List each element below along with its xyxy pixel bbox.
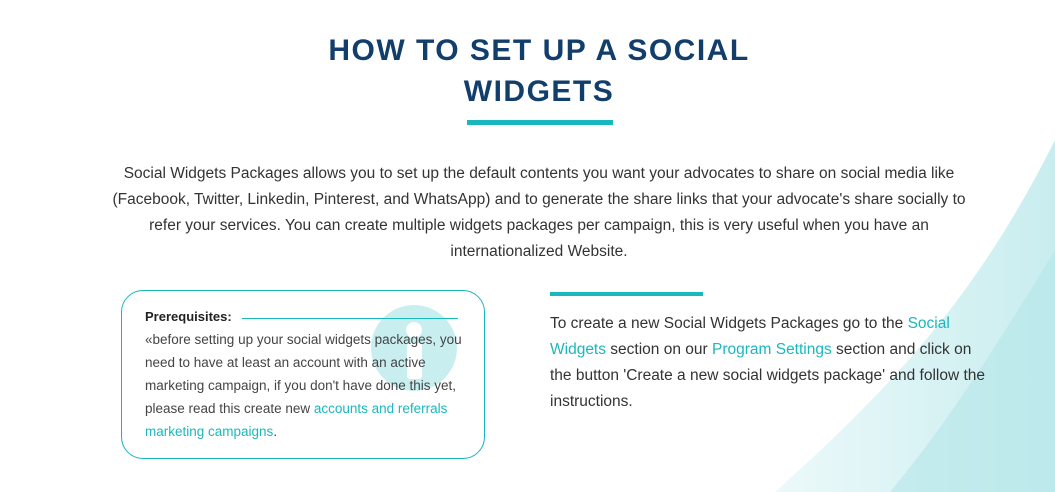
prerequisites-title: Prerequisites: — [145, 309, 240, 324]
instructions-part1: To create a new Social Widgets Packages … — [550, 315, 908, 332]
prerequisites-suffix: . — [273, 424, 278, 439]
page-title-line2: WIDGETS — [463, 75, 615, 108]
instructions-part2: section on our — [606, 341, 712, 358]
program-settings-link[interactable]: Program Settings — [712, 341, 832, 358]
title-underline — [467, 120, 613, 125]
prerequisites-text: «before setting up your social widgets p… — [145, 328, 475, 443]
prerequisites-divider — [242, 318, 458, 319]
instructions-accent-line — [550, 292, 703, 296]
instructions-paragraph: To create a new Social Widgets Packages … — [550, 311, 990, 415]
page-title: HOW TO SET UP A SOCIAL WIDGETS — [0, 30, 1055, 112]
intro-paragraph: Social Widgets Packages allows you to se… — [112, 165, 966, 260]
prerequisites-box: Prerequisites: «before setting up your s… — [121, 290, 485, 459]
page-title-line1: HOW TO SET UP A SOCIAL — [328, 34, 750, 67]
